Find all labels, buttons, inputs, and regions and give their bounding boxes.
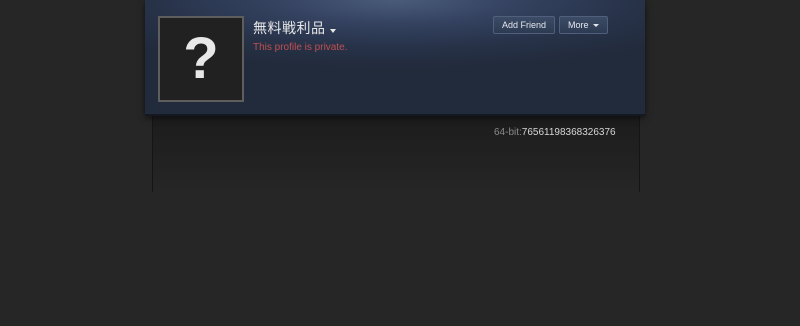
steam-id-line: 64-bit:76561198368326376 bbox=[494, 127, 616, 138]
profile-content-area bbox=[152, 112, 640, 192]
profile-page: ? 無料戦利品 This profile is private. Add Fri… bbox=[0, 0, 800, 326]
chevron-down-icon bbox=[592, 23, 599, 27]
steam-id-label: 64-bit: bbox=[494, 127, 522, 138]
add-friend-button[interactable]: Add Friend bbox=[493, 16, 556, 34]
steam-id-value: 76561198368326376 bbox=[521, 127, 616, 138]
persona-name-row: 無料戦利品 bbox=[253, 18, 336, 38]
persona-name: 無料戦利品 bbox=[253, 21, 326, 37]
chevron-down-icon[interactable] bbox=[329, 29, 336, 33]
add-friend-label: Add Friend bbox=[502, 20, 547, 30]
more-label: More bbox=[568, 20, 589, 30]
profile-header: ? 無料戦利品 This profile is private. Add Fri… bbox=[145, 0, 645, 116]
private-profile-notice: This profile is private. bbox=[253, 42, 348, 53]
avatar[interactable]: ? bbox=[158, 16, 244, 102]
profile-actions: Add Friend More bbox=[493, 16, 608, 34]
more-button[interactable]: More bbox=[559, 16, 608, 34]
question-mark-icon: ? bbox=[183, 26, 219, 91]
